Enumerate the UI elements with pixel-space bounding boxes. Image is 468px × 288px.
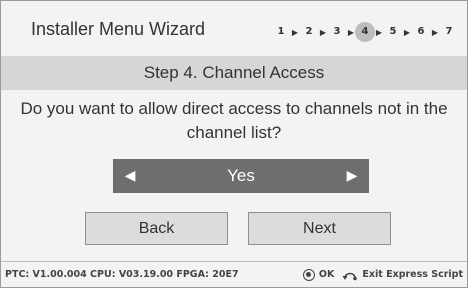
return-icon [342, 272, 358, 280]
selector-value: Yes [227, 166, 255, 185]
step-5: 5 [389, 26, 397, 37]
step-arrow-icon: ▶ [319, 27, 327, 37]
left-arrow-icon[interactable]: ◀ [121, 168, 139, 184]
step-arrow-icon: ▶ [347, 27, 355, 37]
exit-hint: Exit Express Script [342, 269, 463, 281]
header: Installer Menu Wizard 1 ▶ 2 ▶ 3 ▶ 4 ▶ 5 … [1, 1, 467, 56]
version-info: PTC: V1.00.004 CPU: V03.19.00 FPGA: 20E7 [5, 269, 239, 280]
back-button[interactable]: Back [85, 212, 228, 245]
exit-hint-label: Exit Express Script [362, 269, 463, 280]
step-banner: Step 4. Channel Access [1, 56, 467, 90]
question-text: Do you want to allow direct access to ch… [20, 99, 448, 142]
step-7: 7 [445, 26, 453, 37]
step-arrow-icon: ▶ [403, 27, 411, 37]
step-arrow-icon: ▶ [375, 27, 383, 37]
ok-hint-label: OK [318, 269, 335, 280]
step-3: 3 [333, 26, 341, 37]
step-1: 1 [277, 26, 285, 37]
step-arrow-icon: ▶ [291, 27, 299, 37]
key-hints: OK Exit Express Script [302, 268, 463, 281]
step-6: 6 [417, 26, 425, 37]
status-bar: PTC: V1.00.004 CPU: V03.19.00 FPGA: 20E7… [1, 261, 467, 287]
next-button[interactable]: Next [248, 212, 391, 245]
wizard-window: Installer Menu Wizard 1 ▶ 2 ▶ 3 ▶ 4 ▶ 5 … [0, 0, 468, 288]
step-indicator: 1 ▶ 2 ▶ 3 ▶ 4 ▶ 5 ▶ 6 ▶ 7 [271, 22, 459, 42]
ok-button-icon [302, 268, 315, 281]
step-4-current: 4 [355, 22, 375, 42]
ok-hint: OK [302, 268, 335, 281]
yes-no-selector[interactable]: ◀ Yes ▶ [113, 159, 369, 193]
step-2: 2 [305, 26, 313, 37]
page-title: Installer Menu Wizard [31, 19, 206, 39]
step-arrow-icon: ▶ [431, 27, 439, 37]
right-arrow-icon[interactable]: ▶ [343, 168, 361, 184]
